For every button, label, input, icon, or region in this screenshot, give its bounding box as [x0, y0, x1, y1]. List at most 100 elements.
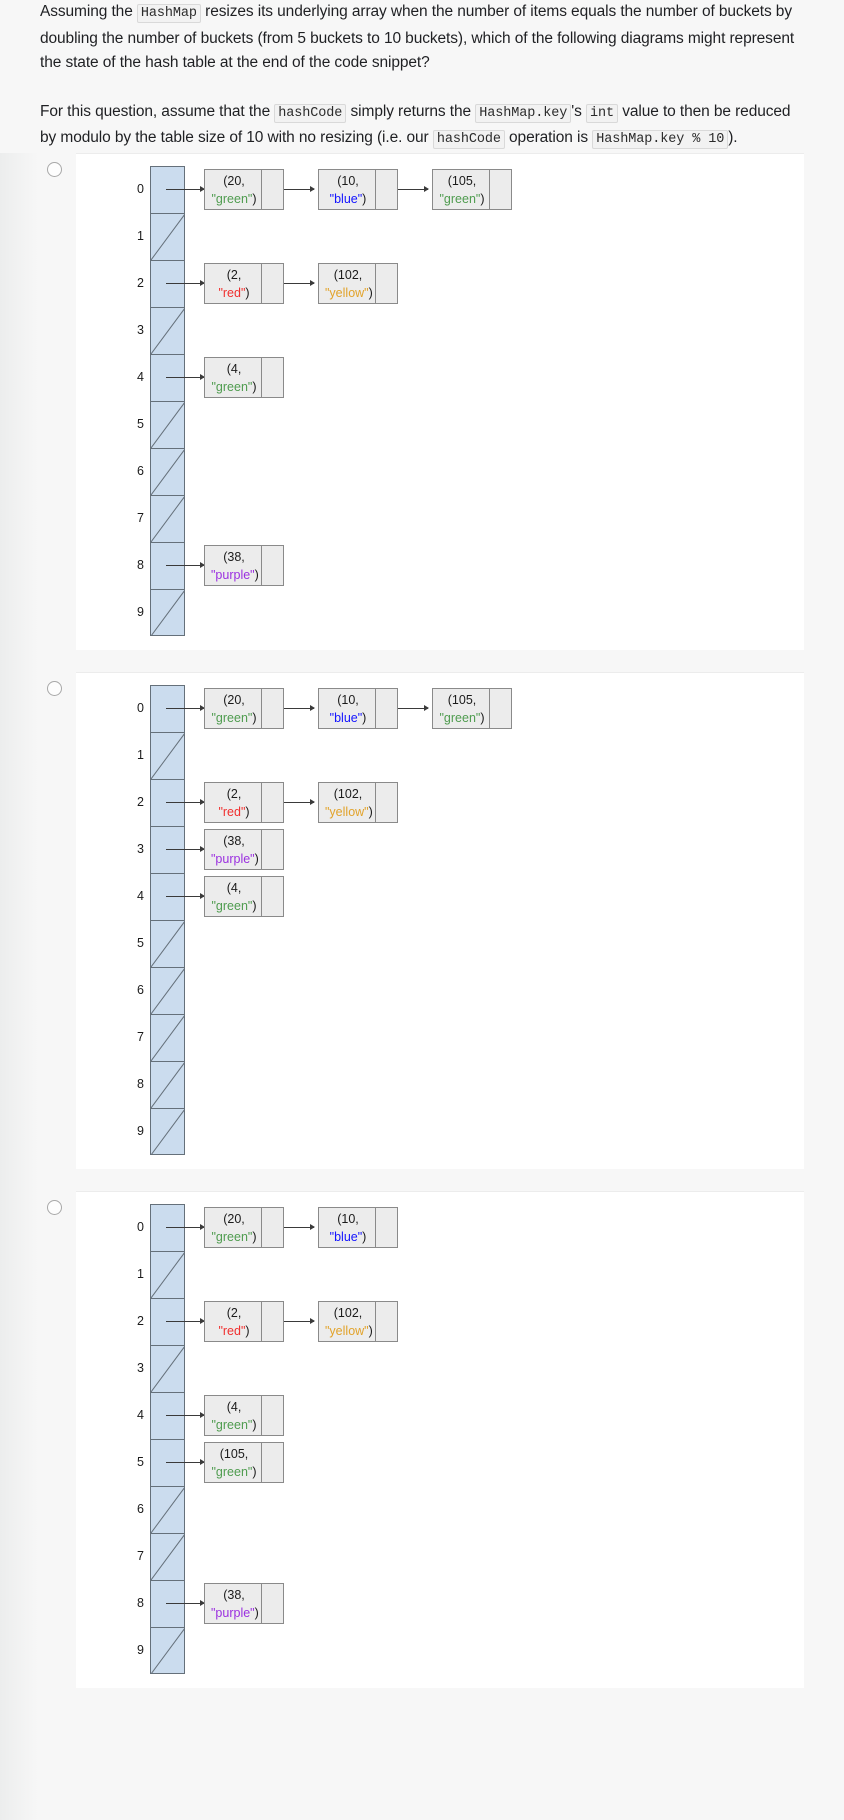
radio-button-option-b[interactable] — [47, 680, 62, 696]
node-value: (2, "red") — [205, 263, 262, 303]
node-key: (105, — [447, 173, 477, 188]
chain-node: (2, "red") — [204, 262, 284, 304]
node-value: (10, "blue") — [319, 1207, 376, 1247]
bucket-chain: (38, "purple") — [204, 544, 284, 586]
chain-node: (4, "green") — [204, 356, 284, 398]
node-key: (20, — [223, 173, 245, 188]
bucket-cell — [150, 306, 185, 354]
inline-code-int: int — [585, 103, 618, 123]
node-link-arrow — [398, 688, 432, 729]
node-color-value: "green") — [211, 710, 257, 725]
bucket-pointer-arrow — [166, 373, 205, 380]
null-slash-icon — [151, 1109, 184, 1154]
bucket-row: 0 (20, "green") (10, "blue") — [76, 1203, 804, 1251]
null-slash-icon — [151, 590, 184, 635]
bucket-cell — [150, 1532, 185, 1580]
node-next-pointer-cell — [490, 170, 511, 209]
bucket-index-label: 5 — [137, 416, 144, 431]
radio-button-option-c[interactable] — [47, 1199, 62, 1215]
bucket-chain: (105, "green") — [204, 1441, 284, 1483]
node-key: (2, — [226, 1305, 242, 1320]
bucket-index-label: 7 — [137, 510, 144, 525]
bucket-chain: (4, "green") — [204, 356, 284, 398]
chain-node: (105, "green") — [432, 168, 512, 210]
bucket-chain: (2, "red") (102, "yellow") — [204, 1300, 398, 1342]
bucket-row: 8 (38, "purple") — [76, 541, 804, 589]
chain-node: (2, "red") — [204, 1300, 284, 1342]
bucket-row: 5 — [76, 919, 804, 967]
option-separator — [0, 1168, 844, 1191]
bucket-chain: (38, "purple") — [204, 1582, 284, 1624]
node-color-value: "red") — [218, 1323, 250, 1338]
node-key: (20, — [223, 1211, 245, 1226]
node-next-pointer-cell — [376, 1302, 397, 1341]
node-color-value: "yellow") — [325, 804, 373, 819]
node-key: (38, — [223, 1587, 245, 1602]
answer-option[interactable]: 0 (20, "green") (10, "blue") (105, "green") 1 2 (… — [47, 671, 804, 1169]
node-next-pointer-cell — [262, 1396, 283, 1435]
bucket-row: 3 (38, "purple") — [76, 825, 804, 873]
null-slash-icon — [151, 402, 184, 448]
bucket-chain: (2, "red") (102, "yellow") — [204, 262, 398, 304]
node-color-value: "yellow") — [325, 1323, 373, 1338]
bucket-index-label: 9 — [137, 604, 144, 619]
bucket-index-label: 3 — [137, 1360, 144, 1375]
bucket-index-label: 6 — [137, 463, 144, 478]
bucket-index-label: 7 — [137, 1548, 144, 1563]
bucket-row: 3 — [76, 1344, 804, 1392]
node-key: (102, — [333, 267, 363, 282]
chain-node: (102, "yellow") — [318, 262, 398, 304]
bucket-chain: (4, "green") — [204, 875, 284, 917]
node-value: (102, "yellow") — [319, 1301, 376, 1341]
node-link-arrow — [284, 782, 318, 823]
bucket-index-label: 6 — [137, 982, 144, 997]
null-slash-icon — [151, 449, 184, 495]
bucket-cell — [150, 919, 185, 967]
answer-option[interactable]: 0 (20, "green") (10, "blue") 1 2 (2, "red") (102,… — [47, 1190, 804, 1688]
node-value: (38, "purple") — [205, 545, 262, 585]
question-paragraph-2: For this question, assume that the hashC… — [40, 76, 804, 153]
node-value: (10, "blue") — [319, 169, 376, 209]
null-slash-icon — [151, 496, 184, 542]
node-next-pointer-cell — [262, 877, 283, 916]
bucket-index-label: 1 — [137, 228, 144, 243]
bucket-row: 9 — [76, 1107, 804, 1155]
bucket-row: 1 — [76, 212, 804, 260]
node-link-arrow — [284, 688, 318, 729]
node-key: (20, — [223, 692, 245, 707]
node-next-pointer-cell — [262, 830, 283, 869]
bucket-pointer-arrow — [166, 1599, 205, 1606]
bucket-cell — [150, 1250, 185, 1298]
bucket-chain: (20, "green") (10, "blue") — [204, 1206, 398, 1248]
bucket-index-label: 0 — [137, 181, 144, 196]
bucket-row: 6 — [76, 966, 804, 1014]
bucket-index-label: 5 — [137, 935, 144, 950]
bucket-pointer-arrow — [166, 1458, 205, 1465]
bucket-index-label: 1 — [137, 747, 144, 762]
bucket-cell — [150, 1060, 185, 1108]
answer-option[interactable]: 0 (20, "green") (10, "blue") (105, "green") 1 2 (… — [47, 152, 804, 650]
chain-node: (38, "purple") — [204, 828, 284, 870]
bucket-row: 9 — [76, 588, 804, 636]
bucket-index-label: 9 — [137, 1123, 144, 1138]
node-next-pointer-cell — [262, 264, 283, 303]
bucket-pointer-arrow — [166, 704, 205, 711]
bucket-chain: (20, "green") (10, "blue") (105, "green") — [204, 687, 512, 729]
chain-node: (20, "green") — [204, 1206, 284, 1248]
prompt2-text-2: simply returns the — [346, 102, 476, 120]
node-color-value: "purple") — [211, 1605, 259, 1620]
bucket-index-label: 7 — [137, 1029, 144, 1044]
node-key: (105, — [447, 692, 477, 707]
bucket-cell — [150, 588, 185, 636]
question-paragraph-1: Assuming the HashMap resizes its underly… — [40, 0, 804, 76]
radio-button-option-a[interactable] — [47, 161, 62, 177]
chain-node: (105, "green") — [204, 1441, 284, 1483]
node-value: (4, "green") — [205, 876, 262, 916]
bucket-row: 3 — [76, 306, 804, 354]
node-link-arrow — [284, 169, 318, 210]
prompt2-text-6: ). — [728, 129, 738, 146]
chain-node: (20, "green") — [204, 168, 284, 210]
bucket-pointer-arrow — [166, 279, 205, 286]
inline-code-hashcode-1: hashCode — [274, 103, 347, 123]
null-slash-icon — [151, 733, 184, 779]
